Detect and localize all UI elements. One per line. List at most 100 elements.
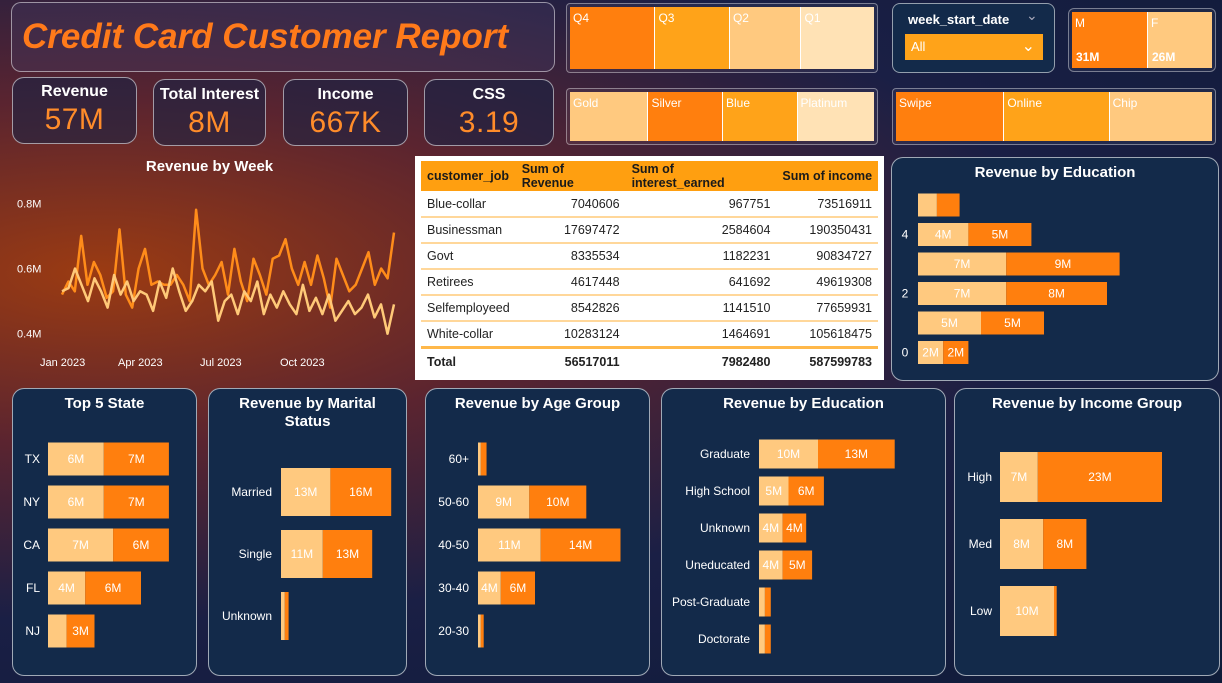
revenue-by-week-chart: Revenue by Week 0.8M 0.6M 0.4M Jan 2023 Apr … — [12, 155, 407, 380]
week-slicer: week_start_date ⌄ All ⌄ — [892, 3, 1055, 73]
bar-segment — [759, 587, 765, 617]
slicer-tile-platinum[interactable]: Platinum — [796, 92, 874, 141]
table-cell: Blue-collar — [421, 191, 516, 218]
data-label: 13M — [845, 447, 868, 461]
table-total-cell: 7982480 — [625, 345, 777, 375]
table-row[interactable]: Blue-collar 7040606 967751 73516911 — [421, 191, 878, 218]
table-cell: 17697472 — [515, 217, 626, 244]
data-label: 8M — [1013, 537, 1030, 551]
kpi-label: Total Interest — [159, 86, 260, 103]
table-cell: 73516911 — [776, 191, 878, 218]
table-total-cell: 587599783 — [776, 345, 878, 375]
table-cell: Govt — [421, 243, 516, 270]
category-label: Unknown — [222, 609, 272, 623]
data-label: 5M — [941, 316, 958, 330]
slicer-tile-blue[interactable]: Blue — [722, 92, 797, 141]
week-dropdown[interactable]: All ⌄ — [905, 34, 1043, 60]
tile-value: 31M — [1076, 50, 1100, 64]
data-label: 14M — [569, 538, 592, 552]
table-cell: 1182231 — [625, 243, 777, 270]
slicer-tile-q2[interactable]: Q2 — [728, 7, 801, 69]
data-label: 3M — [72, 624, 89, 638]
table-row[interactable]: White-collar 10283124 1464691 105618475 — [421, 321, 878, 348]
data-label: 6M — [105, 581, 122, 595]
chevron-down-icon[interactable]: ⌄ — [1026, 7, 1038, 24]
bar-segment — [1054, 586, 1057, 636]
table-cell: 1464691 — [625, 321, 777, 348]
bar-segment — [764, 624, 771, 654]
category-label: 50-60 — [438, 495, 469, 509]
kpi-css: CSS 3.19 — [424, 79, 554, 146]
bar-chart-svg: 4M 5M 7M 9M 7M 8M 5M 5M 2M 2M 4 2 0 — [902, 193, 1120, 364]
table-cell: Businessman — [421, 217, 516, 244]
bar-chart-svg: Graduate 10M 13M High School 5M 6M Unknown 4M 4M… — [672, 439, 895, 654]
y-tick-label: 0.4M — [17, 329, 41, 341]
table-row[interactable]: Govt 8335534 1182231 90834727 — [421, 243, 878, 270]
data-label: 4M — [786, 521, 803, 535]
data-label: 4M — [935, 228, 952, 242]
table-total-row: Total 56517011 7982480 587599783 — [421, 345, 878, 375]
y-tick-label: 4 — [902, 228, 909, 242]
bar-segment — [480, 442, 487, 476]
data-label: 8M — [1048, 287, 1065, 301]
column-header[interactable]: Sum of interest_earned — [625, 161, 777, 191]
kpi-label: CSS — [472, 86, 506, 103]
table-cell: 105618475 — [776, 321, 878, 348]
data-label: 16M — [349, 485, 372, 499]
data-label: 8M — [1056, 537, 1073, 551]
data-label: 7M — [128, 452, 145, 466]
series-line — [60, 208, 396, 309]
bar-segment — [764, 587, 771, 617]
x-tick-label: Apr 2023 — [118, 357, 163, 369]
slicer-tile-online[interactable]: Online — [1003, 92, 1109, 141]
slicer-tile-silver[interactable]: Silver — [647, 92, 722, 141]
week-dropdown-value: All — [911, 39, 926, 54]
slicer-tile-chip[interactable]: Chip — [1108, 92, 1212, 141]
data-label: 11M — [498, 538, 520, 552]
kpi-value: 667K — [309, 106, 382, 139]
gender-slicer: M 31M F 26M — [1068, 8, 1216, 72]
kpi-income: Income 667K — [283, 79, 408, 146]
category-label: 30-40 — [438, 581, 469, 595]
bar-segment — [478, 614, 481, 648]
category-label: 20-30 — [438, 624, 469, 638]
data-table: customer_job Sum of Revenue Sum of inter… — [421, 161, 878, 375]
slicer-tile-gold[interactable]: Gold — [570, 92, 648, 141]
bar-segment — [281, 592, 285, 640]
slicer-tile-q3[interactable]: Q3 — [654, 7, 729, 69]
category-label: 60+ — [449, 452, 469, 466]
data-label: 6M — [68, 495, 85, 509]
table-row[interactable]: Retirees 4617448 641692 49619308 — [421, 269, 878, 296]
tile-label: M — [1075, 16, 1085, 30]
table-row[interactable]: Businessman 17697472 2584604 190350431 — [421, 217, 878, 244]
column-header[interactable]: customer_job — [421, 161, 516, 191]
education-bottom-panel: Revenue by Education Graduate 10M 13M High … — [661, 388, 946, 676]
line-chart-svg: 0.8M 0.6M 0.4M Jan 2023 Apr 2023 Jul 2023 Oct … — [17, 198, 396, 369]
table-cell: 967751 — [625, 191, 777, 218]
category-label: Unknown — [700, 521, 750, 535]
category-label: NJ — [25, 624, 40, 638]
data-label: 6M — [510, 581, 527, 595]
table-row[interactable]: Selfemployeed 8542826 1141510 77659931 — [421, 295, 878, 322]
column-header[interactable]: Sum of Revenue — [515, 161, 626, 191]
data-label: 9M — [1055, 257, 1072, 271]
data-label: 7M — [128, 495, 145, 509]
column-header[interactable]: Sum of income — [776, 161, 878, 191]
kpi-revenue: Revenue 57M — [12, 77, 137, 144]
slicer-tile-q4[interactable]: Q4 — [570, 7, 655, 69]
category-label: Med — [969, 537, 992, 551]
data-label: 9M — [495, 495, 512, 509]
slicer-tile-q1[interactable]: Q1 — [800, 7, 874, 69]
customer-job-table: customer_job Sum of Revenue Sum of inter… — [415, 156, 884, 380]
data-label: 13M — [336, 547, 359, 561]
slicer-tile-male[interactable]: M 31M — [1072, 12, 1147, 68]
data-label: 23M — [1088, 470, 1111, 484]
quarter-slicer: Q4 Q3 Q2 Q1 — [566, 3, 878, 73]
data-label: 4M — [481, 581, 498, 595]
data-label: 2M — [947, 346, 964, 360]
category-label: 40-50 — [438, 538, 469, 552]
slicer-tile-female[interactable]: F 26M — [1147, 12, 1212, 68]
data-label: 5M — [765, 484, 782, 498]
slicer-tile-swipe[interactable]: Swipe — [896, 92, 1004, 141]
category-label: Uneducated — [685, 558, 750, 572]
